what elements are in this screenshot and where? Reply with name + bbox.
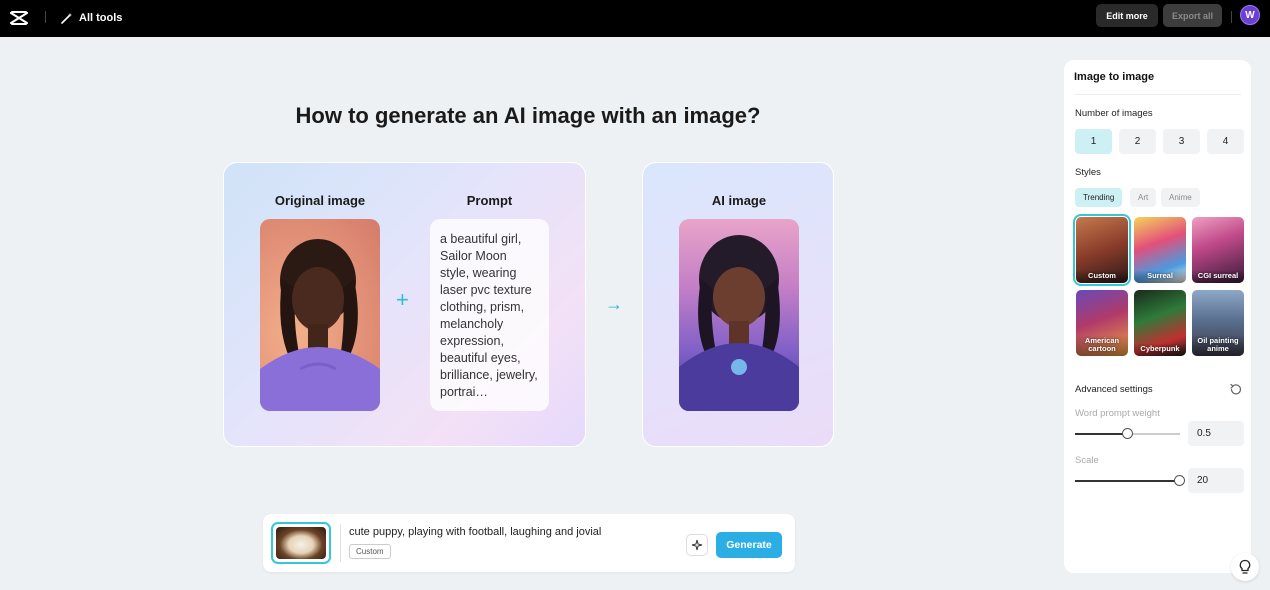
sparkle-icon [691,539,703,551]
style-label: Surreal [1134,270,1186,283]
magic-sparkle-button[interactable] [686,534,708,556]
slider-handle[interactable] [1122,428,1133,439]
example-output-card: AI image [642,162,834,447]
number-option-1[interactable]: 1 [1075,129,1112,154]
arrow-right-icon: → [605,294,623,314]
divider [340,524,341,562]
original-image [260,219,380,411]
lightbulb-icon [1239,559,1251,574]
style-label: Custom [1076,270,1128,283]
scale-input[interactable]: 20 [1188,468,1244,493]
page-title: How to generate an AI image with an imag… [295,103,761,128]
number-option-2[interactable]: 2 [1119,129,1156,154]
all-tools-button[interactable]: All tools [61,9,122,27]
prompt-example-text: a beautiful girl, Sailor Moon style, wea… [430,219,549,411]
style-custom[interactable]: Custom [1073,214,1131,286]
word-prompt-weight-input[interactable]: 0.5 [1188,421,1244,446]
prompt-bar: cute puppy, playing with football, laugh… [263,514,795,572]
reset-icon[interactable] [1230,383,1242,395]
slider-handle[interactable] [1174,475,1185,486]
prompt-input[interactable]: cute puppy, playing with football, laugh… [349,526,601,538]
number-option-3[interactable]: 3 [1163,129,1200,154]
style-surreal[interactable]: Surreal [1134,217,1186,283]
edit-more-button[interactable]: Edit more [1096,4,1158,27]
style-american-cartoon[interactable]: American cartoon [1076,290,1128,356]
magic-wand-icon [61,13,72,24]
divider [1231,11,1232,23]
style-label: CGI surreal [1192,270,1244,283]
ai-image [679,219,799,411]
divider [1074,94,1241,95]
tab-anime[interactable]: Anime [1161,188,1200,207]
tab-trending[interactable]: Trending [1075,188,1123,207]
plus-icon: + [396,287,409,312]
scale-label: Scale [1075,455,1099,466]
word-prompt-weight-slider[interactable] [1075,428,1180,439]
styles-label: Styles [1075,167,1101,178]
ai-image-title: AI image [711,193,767,208]
reference-image-thumbnail[interactable] [271,522,331,564]
style-label: Oil painting anime [1192,335,1244,356]
style-cgi-surreal[interactable]: CGI surreal [1192,217,1244,283]
top-bar: All tools Edit more Export all W [0,0,1270,37]
style-label: American cartoon [1076,335,1128,356]
panel-title: Image to image [1074,71,1155,83]
scale-slider[interactable] [1075,475,1185,486]
style-cyberpunk[interactable]: Cyberpunk [1134,290,1186,356]
divider [45,11,46,23]
original-image-title: Original image [274,193,366,208]
generate-button[interactable]: Generate [716,532,782,558]
style-tag[interactable]: Custom [349,544,391,559]
avatar[interactable]: W [1240,5,1260,25]
example-input-card: Original image Prompt + a beautiful girl… [223,162,586,447]
prompt-title: Prompt [466,193,513,208]
style-oil-painting-anime[interactable]: Oil painting anime [1192,290,1244,356]
word-prompt-weight-label: Word prompt weight [1075,408,1160,419]
help-button[interactable] [1231,553,1259,581]
settings-panel: Image to image Number of images 1 2 3 4 … [1064,60,1251,573]
capcut-logo-icon[interactable] [9,8,29,28]
number-option-4[interactable]: 4 [1207,129,1244,154]
all-tools-label: All tools [79,12,123,24]
number-of-images-label: Number of images [1075,108,1153,119]
tab-art[interactable]: Art [1130,188,1157,207]
advanced-settings-label: Advanced settings [1075,384,1153,395]
export-all-button[interactable]: Export all [1163,4,1222,27]
style-label: Cyberpunk [1134,343,1186,356]
